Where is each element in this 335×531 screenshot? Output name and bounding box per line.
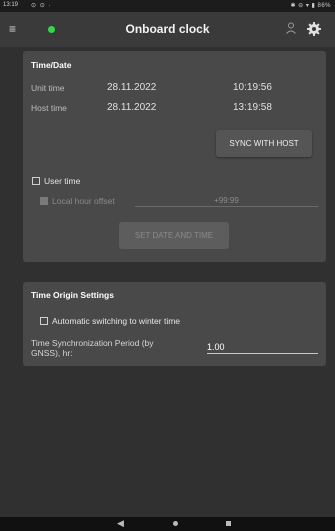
unit-time-value: 10:19:56 (233, 82, 272, 93)
status-time: 13:19 (3, 2, 19, 8)
system-nav-bar: ◀ (0, 517, 335, 531)
sync-period-label-line2: GNSS), hr: (31, 348, 73, 358)
sync-period-input[interactable] (207, 341, 318, 354)
gear-icon[interactable] (306, 21, 322, 37)
user-time-label: User time (44, 176, 81, 186)
host-time-value: 13:19:58 (233, 102, 272, 113)
local-hour-offset-checkbox[interactable]: Local hour offset (40, 196, 115, 206)
set-date-and-time-button[interactable]: SET DATE AND TIME (119, 222, 229, 249)
checkbox-box[interactable] (32, 177, 40, 185)
user-time-checkbox[interactable]: User time (32, 176, 80, 186)
host-date-value: 28.11.2022 (107, 102, 157, 113)
time-date-title: Time/Date (31, 60, 72, 70)
unit-date-value: 28.11.2022 (107, 82, 157, 93)
person-icon[interactable] (284, 21, 298, 35)
status-bar: 13:19 ⊙ ⊙ · ✱ ⊖ ▾ ▮ 86% (0, 0, 335, 12)
recent-apps-icon[interactable] (226, 521, 231, 526)
battery-indicator: ✱ ⊖ ▾ ▮ 86% (290, 3, 331, 9)
sync-period-label-line1: Time Synchronization Period (by (31, 338, 154, 348)
time-origin-title: Time Origin Settings (31, 290, 114, 300)
notification-icons: ⊙ ⊙ · (31, 3, 52, 9)
back-icon[interactable]: ◀ (117, 518, 124, 529)
unit-time-label: Unit time (31, 83, 65, 93)
checkbox-box[interactable] (40, 197, 48, 205)
local-hour-offset-label: Local hour offset (52, 196, 115, 206)
sync-with-host-button[interactable]: SYNC WITH HOST (216, 130, 312, 157)
time-date-card: Time/Date Unit time 28.11.2022 10:19:56 … (23, 51, 326, 262)
winter-time-checkbox[interactable]: Automatic switching to winter time (40, 316, 180, 326)
app-bar: ≡ Onboard clock (0, 12, 335, 47)
winter-time-label: Automatic switching to winter time (52, 316, 181, 326)
host-time-label: Host time (31, 103, 67, 113)
local-hour-offset-input[interactable] (135, 194, 318, 207)
home-icon[interactable] (173, 521, 178, 526)
time-origin-card: Time Origin Settings Automatic switching… (23, 282, 326, 366)
checkbox-box[interactable] (40, 317, 48, 325)
